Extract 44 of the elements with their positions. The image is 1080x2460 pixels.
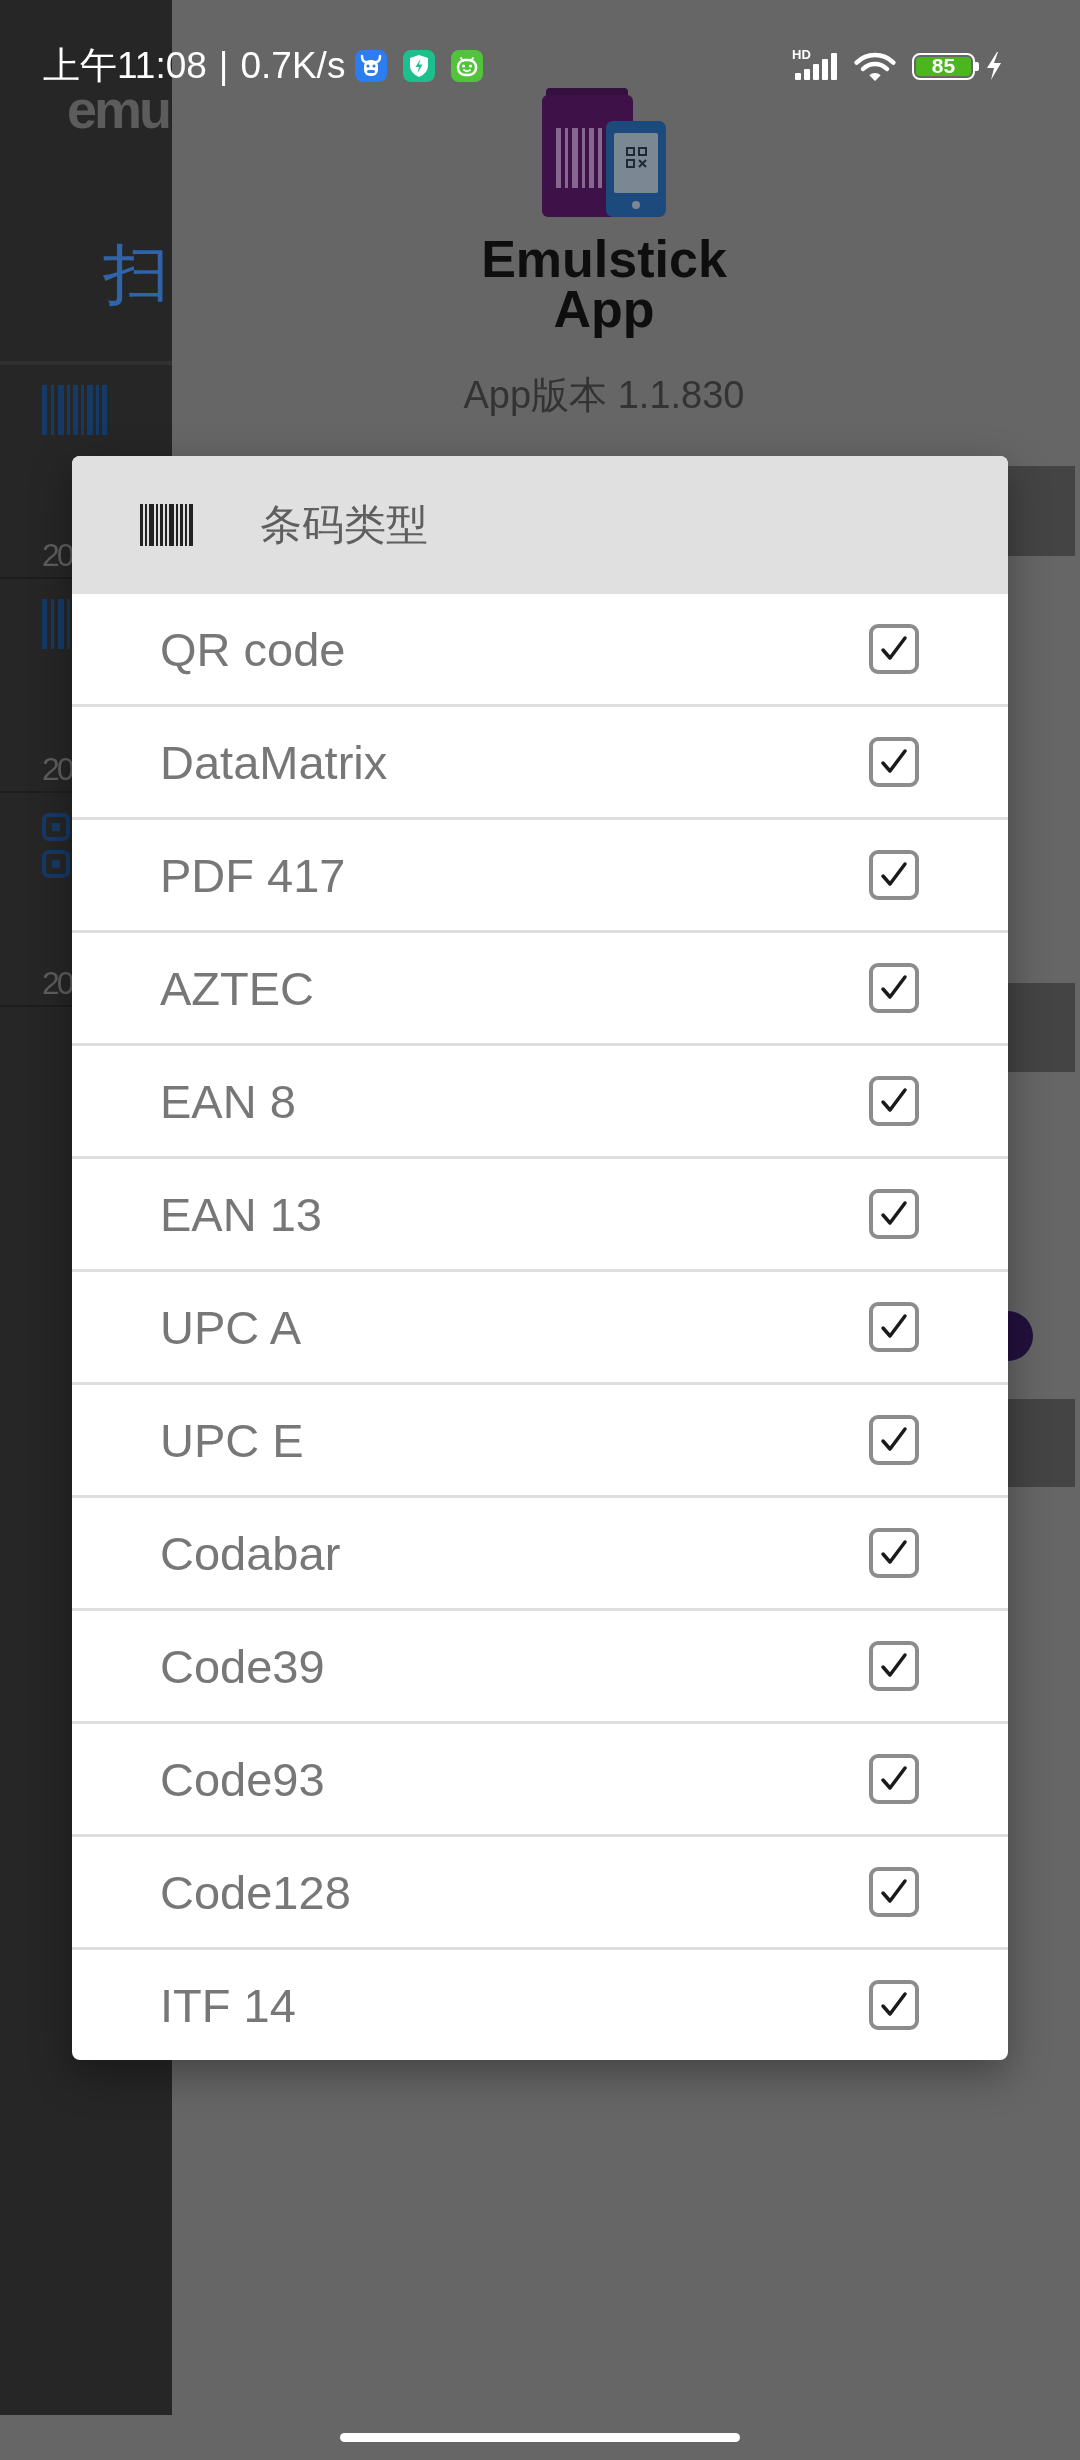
finder-squares-icon [42,813,70,878]
logo-icon [542,88,666,217]
option-row[interactable]: EAN 8 [72,1043,1008,1156]
option-row[interactable]: Code128 [72,1834,1008,1947]
robot-face-icon [451,50,484,82]
barcode-icon [140,504,193,546]
checkbox[interactable] [869,850,919,900]
checkbox[interactable] [869,1302,919,1352]
option-row[interactable]: QR code [72,594,1008,704]
option-row[interactable]: Code93 [72,1721,1008,1834]
bull-head-icon [355,50,388,82]
option-row[interactable]: UPC E [72,1382,1008,1495]
option-row[interactable]: PDF 417 [72,817,1008,930]
signal-icon [792,50,839,82]
checkbox[interactable] [869,963,919,1013]
status-separator: | [218,45,229,87]
option-row[interactable]: AZTEC [72,930,1008,1043]
network-label: HD [792,48,811,61]
checkbox[interactable] [869,1528,919,1578]
option-row[interactable]: ITF 14 [72,1947,1008,2060]
checkbox[interactable] [869,1076,919,1126]
battery-indicator: 85 [912,52,979,80]
option-row[interactable]: DataMatrix [72,704,1008,817]
barcode-icon [42,385,107,435]
checkbox[interactable] [869,1980,919,2030]
option-row[interactable]: UPC A [72,1269,1008,1382]
checkbox[interactable] [869,1415,919,1465]
checkbox[interactable] [869,1867,919,1917]
charging-bolt-icon [985,52,1003,80]
checkbox[interactable] [869,1189,919,1239]
checkbox[interactable] [869,1754,919,1804]
shield-bolt-icon [403,50,436,82]
barcode-icon [42,599,70,649]
tab-label[interactable]: 扫 [103,235,169,315]
option-row[interactable]: Codabar [72,1495,1008,1608]
checkbox[interactable] [869,624,919,674]
knob-icon [1008,1311,1033,1361]
status-time: 上午11:08 [43,44,207,88]
network-speed: 0.7K/s [240,45,346,87]
option-row[interactable]: EAN 13 [72,1156,1008,1269]
dialog-title: 条码类型 [260,499,428,551]
option-row[interactable]: Code39 [72,1608,1008,1721]
checkbox[interactable] [869,1641,919,1691]
checkbox[interactable] [869,737,919,787]
